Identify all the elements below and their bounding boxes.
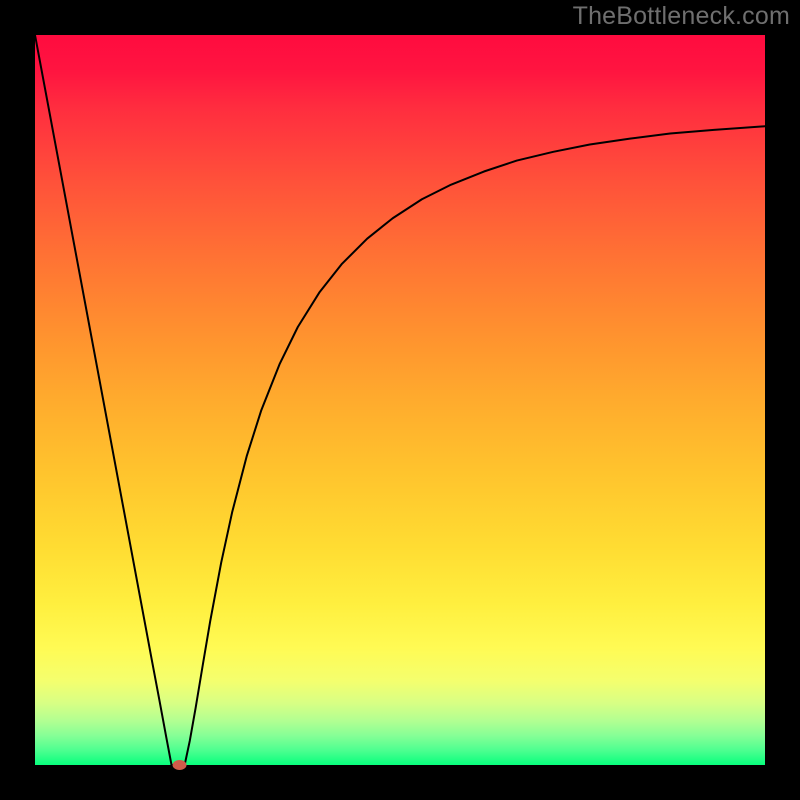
bottleneck-chart [0,0,800,800]
watermark-label: TheBottleneck.com [573,2,790,31]
plot-background [35,35,765,765]
optimal-point-marker [173,760,187,770]
chart-stage: TheBottleneck.com [0,0,800,800]
